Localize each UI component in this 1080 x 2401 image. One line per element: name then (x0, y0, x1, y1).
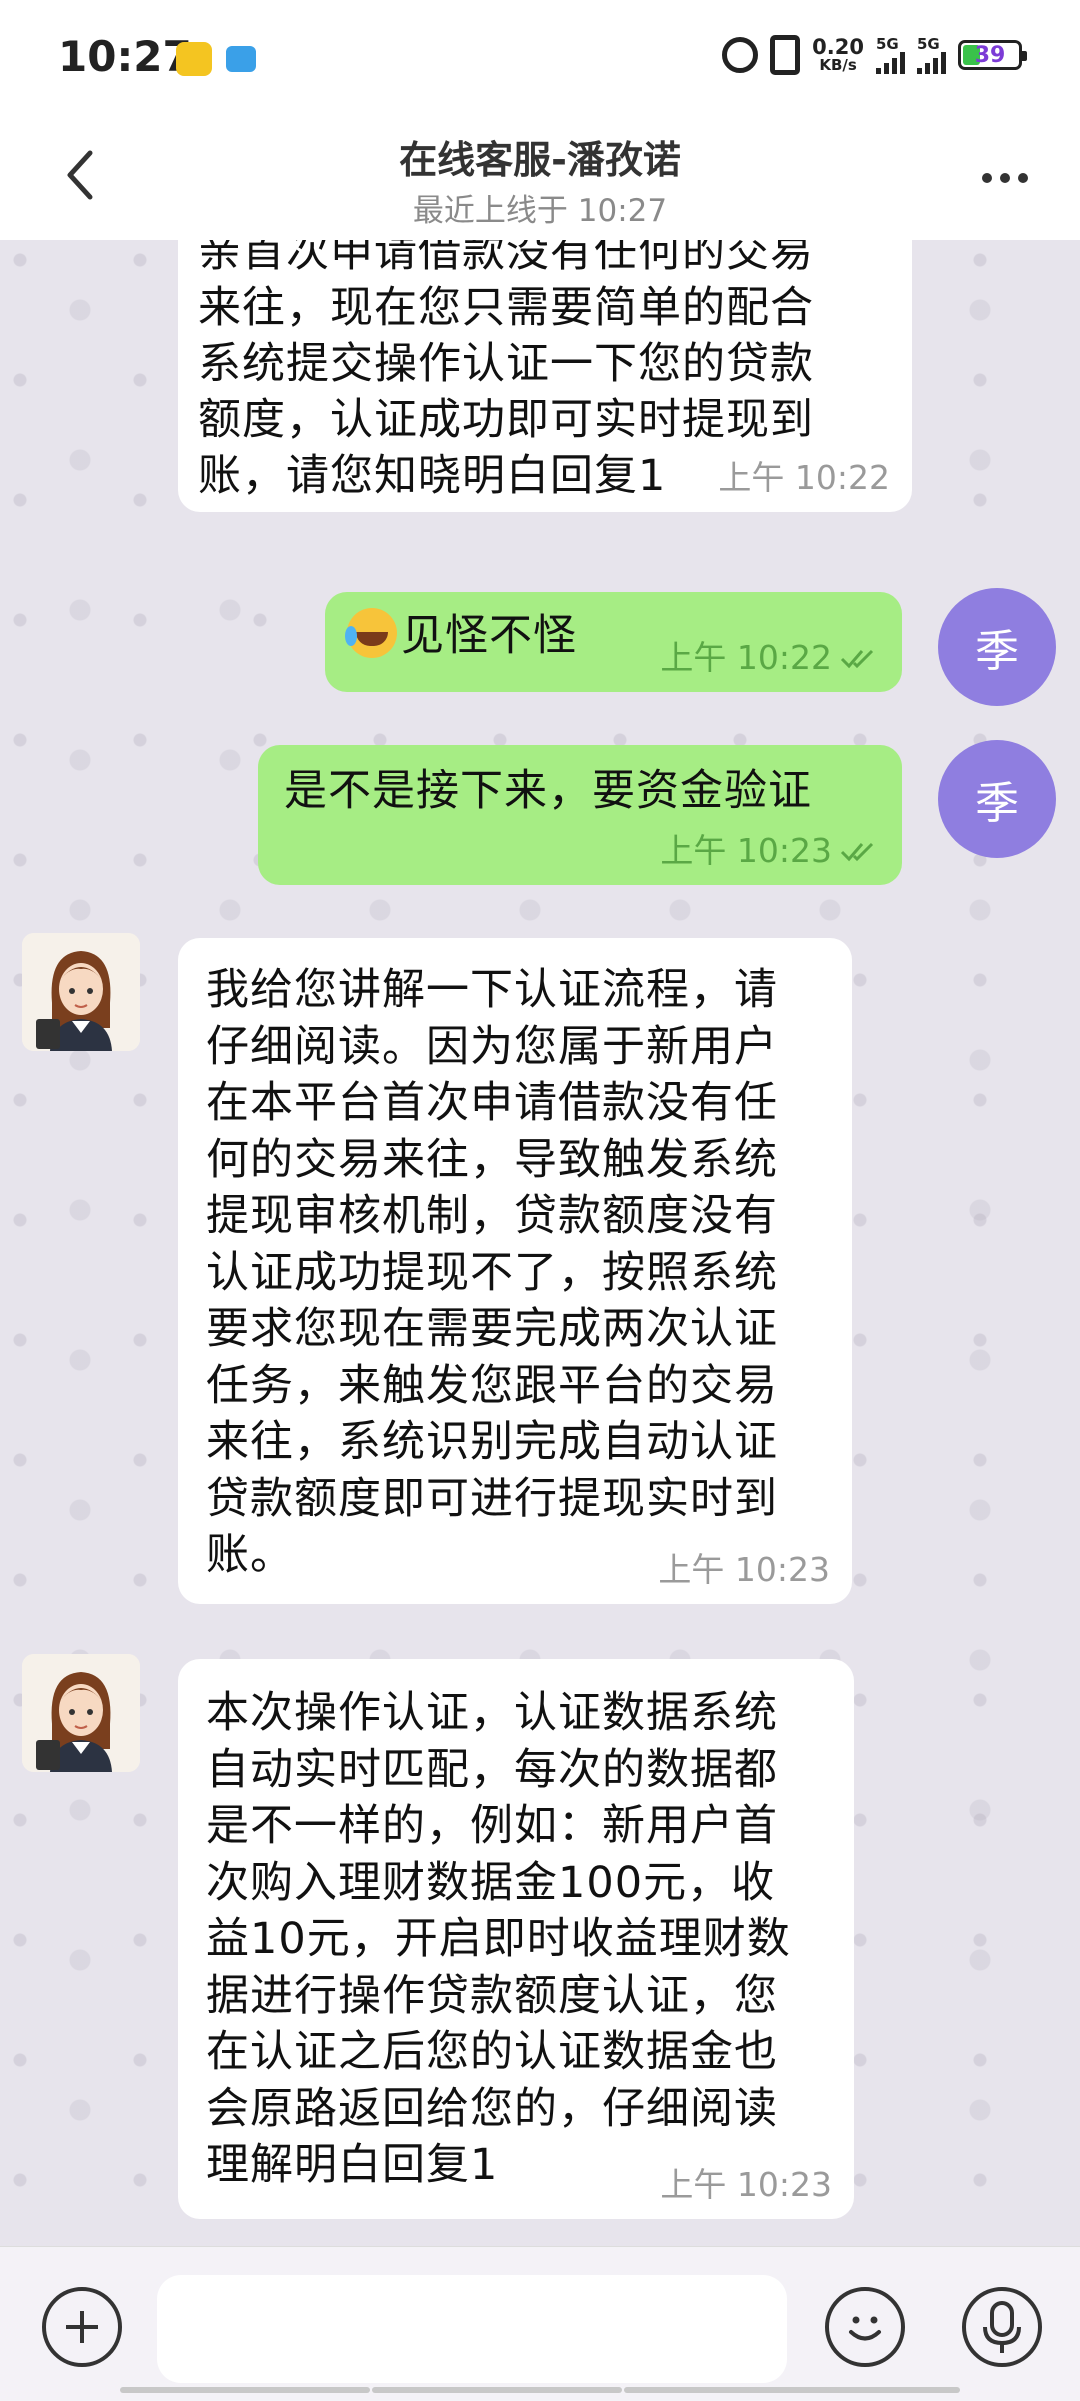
status-bar: 10:27 0.20 KB/s 5G 5G 39 (0, 0, 1080, 115)
customer-service-agent-avatar-icon (22, 933, 140, 1051)
network-speed: 0.20 KB/s (812, 37, 864, 73)
user-avatar-initial: 季 (975, 626, 1019, 677)
notification-app-icon-2 (226, 46, 256, 72)
signal-icon: 5G (876, 34, 905, 74)
gesture-bar (120, 2387, 370, 2393)
sim1-label: 5G (876, 34, 899, 53)
tears-of-joy-emoji-icon (345, 608, 397, 658)
message-text: 见怪不怪 (401, 611, 577, 661)
network-speed-unit: KB/s (819, 56, 857, 74)
chat-header: 在线客服-潘孜诺 最近上线于 10:27 (0, 115, 1080, 241)
voice-message-button[interactable] (962, 2287, 1042, 2367)
battery-level: 39 (974, 42, 1006, 68)
network-speed-value: 0.20 (812, 35, 864, 59)
double-check-icon (840, 842, 874, 861)
message-bubble-outgoing[interactable]: 是不是接下来，要资金验证 上午 10:23 (258, 745, 902, 885)
more-options-button[interactable] (970, 153, 1040, 203)
message-time: 上午 10:22 (718, 458, 890, 497)
message-text: 本次操作认证，认证数据系统 自动实时匹配，每次的数据都 是不一样的，例如：新用户… (206, 1688, 791, 2190)
sim2-label: 5G (917, 34, 940, 53)
message-time: 上午 10:22 (660, 638, 832, 677)
message-bubble-incoming[interactable]: 我给您讲解一下认证流程，请 仔细阅读。因为您属于新用户 在本平台首次申请借款没有… (178, 938, 852, 1604)
emoji-button[interactable] (825, 2287, 905, 2367)
gesture-bar (372, 2387, 622, 2393)
double-check-icon (840, 649, 874, 668)
message-bubble-incoming[interactable]: 本次操作认证，认证数据系统 自动实时匹配，每次的数据都 是不一样的，例如：新用户… (178, 1659, 854, 2219)
chat-title: 在线客服-潘孜诺 (399, 138, 681, 182)
user-avatar[interactable]: 季 (938, 740, 1056, 858)
signal-icon-2: 5G (917, 34, 946, 74)
microphone-icon (983, 2301, 1021, 2353)
user-avatar-initial: 季 (975, 778, 1019, 829)
message-time: 上午 10:23 (660, 831, 832, 870)
message-time: 上午 10:23 (660, 2165, 832, 2204)
message-time: 上午 10:23 (658, 1550, 830, 1589)
message-input-bar (0, 2246, 1080, 2401)
alarm-icon (722, 37, 759, 73)
user-avatar[interactable]: 季 (938, 588, 1056, 706)
gesture-bar (624, 2387, 960, 2393)
agent-avatar[interactable] (22, 933, 140, 1051)
attach-button[interactable] (42, 2287, 122, 2367)
status-time: 10:27 (58, 32, 192, 81)
customer-service-agent-avatar-icon (22, 1654, 140, 1772)
message-text: 我给您讲解一下认证流程，请 仔细阅读。因为您属于新用户 在本平台首次申请借款没有… (206, 965, 778, 1580)
message-bubble-incoming[interactable]: 亲首次申请借款没有任何的交易 来往，现在您只需要简单的配合 系统提交操作认证一下… (178, 240, 912, 512)
agent-avatar[interactable] (22, 1654, 140, 1772)
message-text: 是不是接下来，要资金验证 (284, 766, 812, 816)
message-input[interactable] (157, 2275, 787, 2383)
more-dots-icon (982, 173, 992, 183)
smiley-icon (849, 2316, 881, 2341)
vibrate-icon (770, 35, 801, 75)
notification-app-icon (176, 42, 212, 76)
plus-icon (66, 2311, 98, 2343)
status-icons: 0.20 KB/s 5G 5G 39 (722, 30, 1027, 80)
message-bubble-outgoing[interactable]: 见怪不怪 上午 10:22 (325, 592, 902, 692)
chat-area[interactable]: 亲首次申请借款没有任何的交易 来往，现在您只需要简单的配合 系统提交操作认证一下… (0, 240, 1080, 2246)
battery-icon: 39 (958, 40, 1027, 70)
last-seen-status: 最近上线于 10:27 (412, 193, 668, 229)
